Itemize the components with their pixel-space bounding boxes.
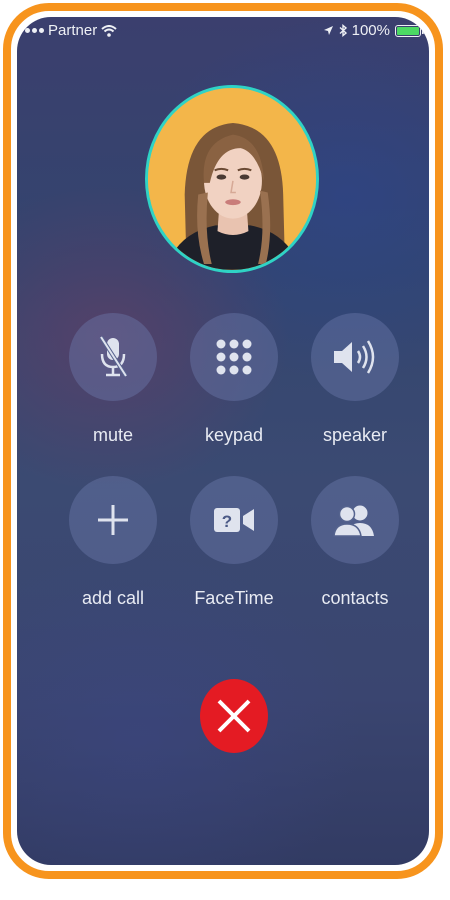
video-camera-icon: ?: [214, 508, 254, 532]
wifi-icon: [101, 24, 117, 37]
speaker-button[interactable]: [311, 313, 399, 401]
contacts-label: contacts: [321, 588, 389, 608]
bluetooth-icon: [339, 24, 347, 37]
status-bar: Partner 100%: [17, 17, 429, 47]
contacts-button[interactable]: [311, 476, 399, 564]
battery-icon: [395, 24, 424, 37]
call-screen: Partner 100% mute keypad speaker add cal…: [17, 17, 429, 865]
mute-label: mute: [92, 425, 134, 445]
battery-percent: 100%: [351, 22, 390, 39]
mute-button[interactable]: [69, 313, 157, 401]
keypad-label: keypad: [204, 425, 264, 445]
speaker-label: speaker: [322, 425, 388, 445]
location-icon: [323, 26, 333, 35]
facetime-button[interactable]: ?: [190, 476, 278, 564]
add-call-label: add call: [81, 588, 145, 608]
carrier-name: Partner: [48, 22, 98, 39]
keypad-icon: [216, 339, 252, 375]
mic-off-icon: [99, 335, 128, 378]
keypad-button[interactable]: [190, 313, 278, 401]
phone-frame: Partner 100% mute keypad speaker add cal…: [3, 3, 443, 879]
add-call-button[interactable]: [69, 476, 157, 564]
status-left: Partner: [25, 22, 117, 39]
signal-strength-icon: [25, 28, 44, 33]
close-icon: [217, 699, 251, 733]
contacts-icon: [333, 505, 374, 537]
caller-avatar: [145, 85, 319, 273]
plus-icon: [98, 505, 128, 535]
battery-level: [397, 26, 419, 35]
svg-text:?: ?: [222, 512, 232, 531]
speaker-icon: [334, 340, 375, 374]
end-call-button[interactable]: [200, 679, 268, 753]
status-right: 100%: [323, 22, 424, 39]
contact-photo: [148, 88, 316, 270]
facetime-label: FaceTime: [194, 588, 274, 608]
